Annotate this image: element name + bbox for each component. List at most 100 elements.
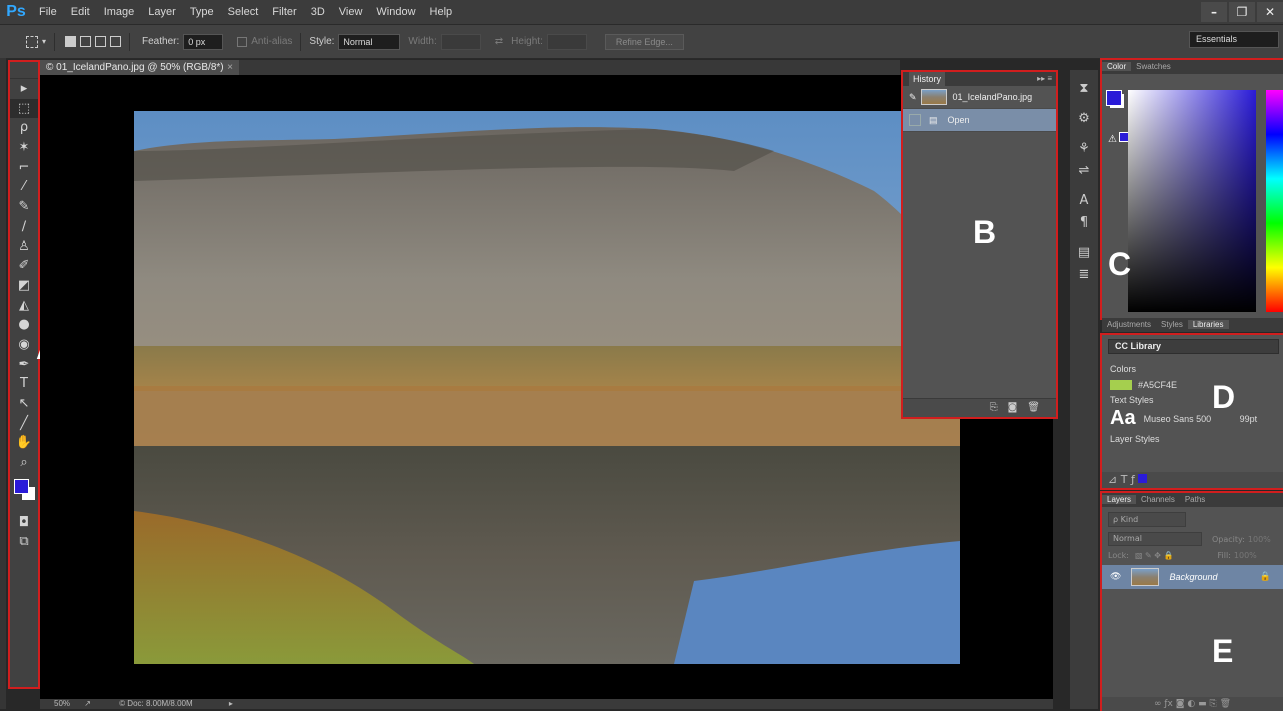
menu-help[interactable]: Help xyxy=(423,6,460,18)
add-selection-icon[interactable] xyxy=(80,36,92,47)
feather-input[interactable]: 0 px xyxy=(183,33,224,50)
tab-color[interactable]: Color xyxy=(1102,62,1132,71)
workspace-select[interactable]: Essentials xyxy=(1189,31,1279,48)
layer-comps-icon[interactable]: ▤ xyxy=(1070,242,1098,264)
camera-icon[interactable]: ◙ xyxy=(1008,402,1018,413)
add-text-icon[interactable]: T xyxy=(1121,473,1128,486)
minimize-button[interactable]: – xyxy=(1201,2,1227,22)
library-color-item[interactable]: #A5CF4E xyxy=(1110,380,1283,390)
tab-libraries[interactable]: Libraries xyxy=(1187,320,1229,329)
height-input[interactable] xyxy=(546,33,587,50)
healing-brush-icon[interactable]: ✎ xyxy=(10,197,38,217)
tools-panel-grip[interactable] xyxy=(10,62,38,79)
menu-select[interactable]: Select xyxy=(221,6,266,18)
line-tool-icon[interactable]: ╱ xyxy=(10,414,38,434)
panel-menu-icon[interactable]: ▸▸ ≡ xyxy=(1037,72,1052,86)
lasso-tool-icon[interactable]: ρ xyxy=(10,118,38,138)
clone-stamp-icon[interactable]: ♙ xyxy=(10,237,38,257)
new-selection-icon[interactable] xyxy=(65,36,77,47)
tool-preset-picker[interactable]: ▾ xyxy=(8,35,46,48)
tab-adjustments[interactable]: Adjustments xyxy=(1102,320,1156,329)
library-select[interactable]: CC Library xyxy=(1108,339,1279,354)
layer-row[interactable]: 👁 Background 🔒 xyxy=(1102,565,1283,589)
tab-layers[interactable]: Layers xyxy=(1102,495,1137,504)
character-icon[interactable]: A xyxy=(1070,190,1098,212)
foreground-color-swatch[interactable] xyxy=(14,478,29,494)
width-input[interactable] xyxy=(440,33,481,50)
foreground-color-chip[interactable] xyxy=(1106,90,1122,106)
new-document-icon[interactable]: ⎘ xyxy=(990,402,998,413)
style-select[interactable]: Normal xyxy=(338,33,401,50)
crop-tool-icon[interactable]: ⌐ xyxy=(10,158,38,178)
brush-tool-icon[interactable]: ∕ xyxy=(10,217,38,237)
subtract-selection-icon[interactable] xyxy=(95,36,107,47)
brush-presets-icon[interactable]: ⚘ xyxy=(1070,138,1098,160)
menu-image[interactable]: Image xyxy=(97,6,142,18)
library-text-style[interactable]: Aa Museo Sans 500 99pt xyxy=(1110,407,1283,430)
quick-mask-icon[interactable]: ◘ xyxy=(10,513,38,533)
history-icon[interactable]: ⧗ xyxy=(1070,78,1098,100)
adjust-icon[interactable]: ⇌ xyxy=(1070,160,1098,182)
zoom-tool-icon[interactable]: ⌕ xyxy=(10,453,38,473)
tab-styles[interactable]: Styles xyxy=(1156,320,1188,329)
group-icon[interactable]: ▬ xyxy=(1198,699,1207,709)
link-icon[interactable]: ∞ xyxy=(1154,699,1162,709)
menu-window[interactable]: Window xyxy=(369,6,422,18)
tab-history[interactable]: History xyxy=(909,72,946,86)
menu-type[interactable]: Type xyxy=(183,6,221,18)
move-tool-icon[interactable]: ▸ xyxy=(10,79,38,99)
lock-icons[interactable]: ▧ ✎ ✥ 🔒 xyxy=(1135,551,1174,560)
status-menu-icon[interactable]: ▸ xyxy=(229,699,233,708)
adjustment-layer-icon[interactable]: ◐ xyxy=(1187,699,1195,709)
pen-tool-icon[interactable]: ✒ xyxy=(10,355,38,375)
document-tab[interactable]: © 01_IcelandPano.jpg @ 50% (RGB/8*) × xyxy=(40,60,239,75)
history-brush-icon[interactable]: ✐ xyxy=(10,256,38,276)
dodge-tool-icon[interactable]: ◉ xyxy=(10,335,38,355)
tab-channels[interactable]: Channels xyxy=(1136,495,1180,504)
menu-edit[interactable]: Edit xyxy=(64,6,97,18)
zoom-level[interactable]: 50% xyxy=(54,699,70,708)
close-button[interactable]: ✕ xyxy=(1257,2,1283,22)
magic-wand-icon[interactable]: ✶ xyxy=(10,138,38,158)
blur-tool-icon[interactable]: ● xyxy=(10,315,38,335)
marquee-tool-icon[interactable]: ⬚ xyxy=(10,98,38,119)
history-snapshot[interactable]: ✎ 01_IcelandPano.jpg xyxy=(903,86,1056,109)
color-swatches[interactable] xyxy=(10,473,38,513)
add-color-icon[interactable] xyxy=(1138,474,1148,483)
add-graphic-icon[interactable]: ⊿ xyxy=(1108,473,1117,486)
blend-mode-select[interactable]: Normal xyxy=(1108,532,1202,546)
delete-layer-icon[interactable]: 🗑 xyxy=(1220,699,1231,709)
document-image[interactable] xyxy=(134,111,960,664)
kind-filter[interactable]: ρ Kind xyxy=(1108,512,1186,527)
export-icon[interactable]: ↗ xyxy=(84,699,91,708)
menu-view[interactable]: View xyxy=(332,6,370,18)
new-layer-icon[interactable]: ⎘ xyxy=(1209,699,1216,709)
dock-grip[interactable] xyxy=(1070,70,1098,78)
path-select-icon[interactable]: ↖ xyxy=(10,394,38,414)
paint-bucket-icon[interactable]: ◭ xyxy=(10,296,38,316)
fx-icon[interactable]: ƒx xyxy=(1164,699,1173,709)
paragraph-icon[interactable]: ¶ xyxy=(1070,212,1098,234)
tab-swatches[interactable]: Swatches xyxy=(1131,62,1176,71)
fill-value[interactable]: 100% xyxy=(1234,551,1257,560)
hue-slider[interactable] xyxy=(1266,90,1283,312)
intersect-selection-icon[interactable] xyxy=(110,36,122,47)
menu-layer[interactable]: Layer xyxy=(141,6,183,18)
color-field[interactable] xyxy=(1128,90,1256,312)
history-step[interactable]: ▤ Open xyxy=(903,109,1056,132)
add-fx-icon[interactable]: ƒ xyxy=(1131,473,1135,486)
menu-file[interactable]: File xyxy=(32,6,64,18)
history-checkbox[interactable] xyxy=(909,114,921,126)
restore-button[interactable]: ❐ xyxy=(1229,2,1255,22)
eyedropper-icon[interactable]: ⁄ xyxy=(10,177,38,197)
menu-3d[interactable]: 3D xyxy=(304,6,332,18)
type-tool-icon[interactable]: T xyxy=(10,374,38,394)
antialias-checkbox[interactable] xyxy=(237,36,248,47)
notes-icon[interactable]: ≣ xyxy=(1070,264,1098,286)
refine-edge-button[interactable]: Refine Edge... xyxy=(604,33,684,50)
mask-icon[interactable]: ◙ xyxy=(1176,699,1185,709)
opacity-value[interactable]: 100% xyxy=(1248,535,1271,544)
visibility-eye-icon[interactable]: 👁 xyxy=(1110,572,1121,582)
swap-icon[interactable]: ⇄ xyxy=(495,36,503,47)
properties-icon[interactable]: ⚙ xyxy=(1070,108,1098,130)
